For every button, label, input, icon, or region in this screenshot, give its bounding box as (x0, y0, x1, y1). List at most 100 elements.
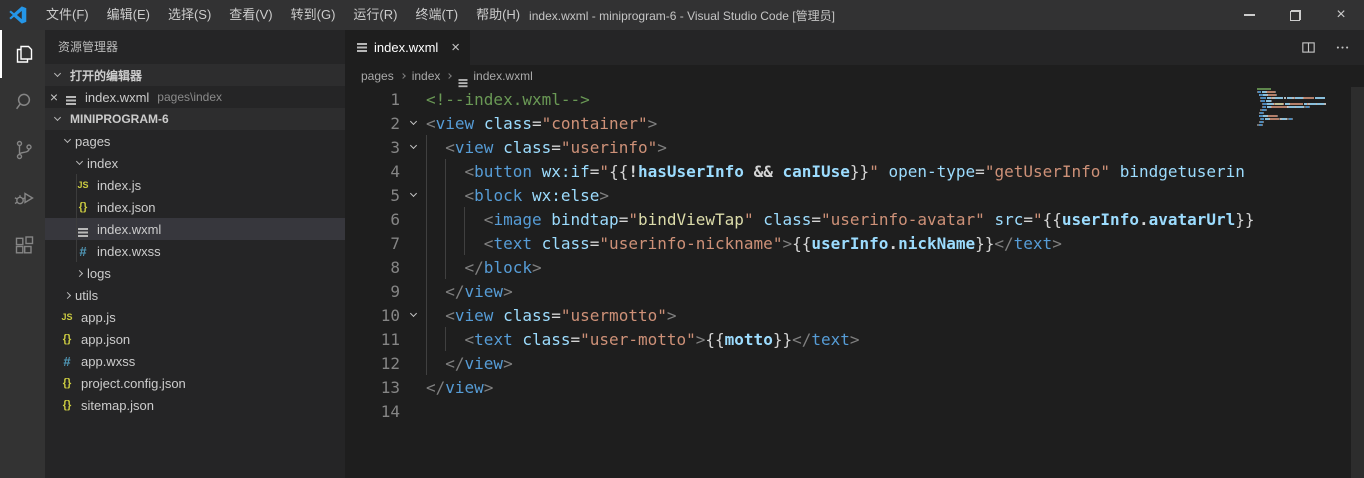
code-line-2[interactable]: 2<view class="container"> (345, 111, 1257, 135)
code-line-3[interactable]: 3 <view class="userinfo"> (345, 135, 1257, 159)
line-number: 7 (345, 234, 400, 253)
activity-bar (0, 30, 45, 478)
tree-item-app-json[interactable]: {}app.json (45, 328, 345, 350)
code-line-6[interactable]: 6 <image bindtap="bindViewTap" class="us… (345, 207, 1257, 231)
code-line-content: <text class="userinfo-nickname">{{userIn… (426, 234, 1062, 253)
activity-explorer[interactable] (0, 30, 45, 78)
window-title: index.wxml - miniprogram-6 - Visual Stud… (529, 7, 835, 24)
more-actions-icon[interactable] (1328, 34, 1356, 62)
activity-run-debug[interactable] (0, 174, 45, 222)
open-editor-item-index.wxml[interactable]: ×index.wxmlpages\index (45, 86, 345, 108)
indent-guide (445, 207, 446, 231)
code-line-8[interactable]: 8 </block> (345, 255, 1257, 279)
tab-index-wxml[interactable]: index.wxml × (345, 30, 470, 65)
activity-extensions[interactable] (0, 222, 45, 270)
split-editor-icon[interactable] (1294, 34, 1322, 62)
close-icon[interactable]: × (1318, 0, 1364, 30)
code-line-5[interactable]: 5 <block wx:else> (345, 183, 1257, 207)
fold-chevron-icon[interactable] (400, 194, 426, 196)
code-line-11[interactable]: 11 <text class="user-motto">{{motto}}</t… (345, 327, 1257, 351)
line-number: 13 (345, 378, 400, 397)
breadcrumb-separator-icon (400, 73, 406, 79)
wxss-file-icon: # (75, 244, 91, 259)
code-line-content: <!--index.wxml--> (426, 90, 590, 109)
chevron-down-icon (59, 140, 75, 142)
code-area[interactable]: 1 <!--index.wxml--> 2<view class="containe… (345, 87, 1364, 478)
tree-item-label: index.wxml (97, 222, 161, 237)
breadcrumb-item-pages[interactable]: pages (361, 69, 394, 83)
js-file-icon: JS (75, 180, 91, 190)
tree-item-label: sitemap.json (81, 398, 154, 413)
tree-indent-guide (76, 240, 77, 262)
line-number: 14 (345, 402, 400, 421)
line-number: 8 (345, 258, 400, 277)
menu-item-f[interactable]: 文件(F) (37, 0, 98, 30)
tree-item-sitemap-json[interactable]: {}sitemap.json (45, 394, 345, 416)
close-editor-icon[interactable]: × (45, 89, 63, 105)
code-line-10[interactable]: 10 <view class="usermotto"> (345, 303, 1257, 327)
menu-item-g[interactable]: 转到(G) (282, 0, 345, 30)
tree-item-pages[interactable]: pages (45, 130, 345, 152)
code-line-content: <block wx:else> (426, 186, 609, 205)
line-number: 2 (345, 114, 400, 133)
tree-item-app-wxss[interactable]: #app.wxss (45, 350, 345, 372)
tree-item-index-wxml[interactable]: index.wxml (45, 218, 345, 240)
line-number: 6 (345, 210, 400, 229)
breadcrumb-separator-icon (447, 73, 453, 79)
tree-item-project-config-json[interactable]: {}project.config.json (45, 372, 345, 394)
tree-item-index-wxss[interactable]: #index.wxss (45, 240, 345, 262)
vertical-scrollbar[interactable] (1351, 87, 1364, 478)
source-control-icon (12, 138, 36, 162)
menu-item-e[interactable]: 编辑(E) (98, 0, 159, 30)
fold-chevron-icon[interactable] (400, 122, 426, 124)
explorer-title: 资源管理器 (45, 30, 345, 64)
indent-guide (426, 255, 427, 279)
breadcrumb-item-index-wxml[interactable]: index.wxml (458, 69, 532, 83)
tree-item-utils[interactable]: utils (45, 284, 345, 306)
fold-chevron-icon[interactable] (400, 314, 426, 316)
menu-item-t[interactable]: 终端(T) (406, 0, 467, 30)
tree-item-app-js[interactable]: JSapp.js (45, 306, 345, 328)
breadcrumb-label: pages (361, 69, 394, 83)
tree-item-logs[interactable]: logs (45, 262, 345, 284)
breadcrumb-item-index[interactable]: index (412, 69, 441, 83)
indent-guide (464, 231, 465, 255)
code-line-7[interactable]: 7 <text class="userinfo-nickname">{{user… (345, 231, 1257, 255)
code-line-13[interactable]: 13</view> (345, 375, 1257, 399)
indent-guide (426, 207, 427, 231)
tree-item-label: index (87, 156, 118, 171)
chevron-right-icon (59, 293, 75, 298)
run-debug-icon (12, 186, 36, 210)
workspace-header[interactable]: MINIPROGRAM-6 (45, 108, 345, 130)
activity-search[interactable] (0, 78, 45, 126)
breadcrumb-label: index (412, 69, 441, 83)
activity-source-control[interactable] (0, 126, 45, 174)
code-line-4[interactable]: 4 <button wx:if="{{!hasUserInfo && canIU… (345, 159, 1257, 183)
code-line-1[interactable]: 1 <!--index.wxml--> (345, 87, 1257, 111)
code-line-12[interactable]: 12 </view> (345, 351, 1257, 375)
code-line-14[interactable]: 14 (345, 399, 1257, 423)
open-editors-header[interactable]: 打开的编辑器 (45, 64, 345, 86)
tab-bar: index.wxml × (345, 30, 1364, 65)
menu-item-r[interactable]: 运行(R) (344, 0, 406, 30)
line-number: 1 (345, 90, 400, 109)
window-controls: × (1226, 0, 1364, 30)
tab-close-icon[interactable]: × (451, 39, 460, 56)
tree-item-label: app.js (81, 310, 116, 325)
tree-item-index-js[interactable]: JSindex.js (45, 174, 345, 196)
tree-item-index-json[interactable]: {}index.json (45, 196, 345, 218)
menu-bar: 文件(F)编辑(E)选择(S)查看(V)转到(G)运行(R)终端(T)帮助(H) (37, 0, 529, 30)
restore-icon[interactable] (1272, 0, 1318, 30)
indent-guide (426, 279, 427, 303)
json-file-icon: {} (59, 333, 75, 345)
menu-item-h[interactable]: 帮助(H) (467, 0, 529, 30)
minimap[interactable] (1257, 87, 1351, 478)
minimize-icon[interactable] (1226, 0, 1272, 30)
menu-item-s[interactable]: 选择(S) (159, 0, 220, 30)
menu-item-v[interactable]: 查看(V) (220, 0, 281, 30)
tree-item-index[interactable]: index (45, 152, 345, 174)
fold-chevron-icon[interactable] (400, 146, 426, 148)
wxml-file-icon (458, 69, 468, 83)
editor-actions (1294, 30, 1364, 65)
code-line-9[interactable]: 9 </view> (345, 279, 1257, 303)
